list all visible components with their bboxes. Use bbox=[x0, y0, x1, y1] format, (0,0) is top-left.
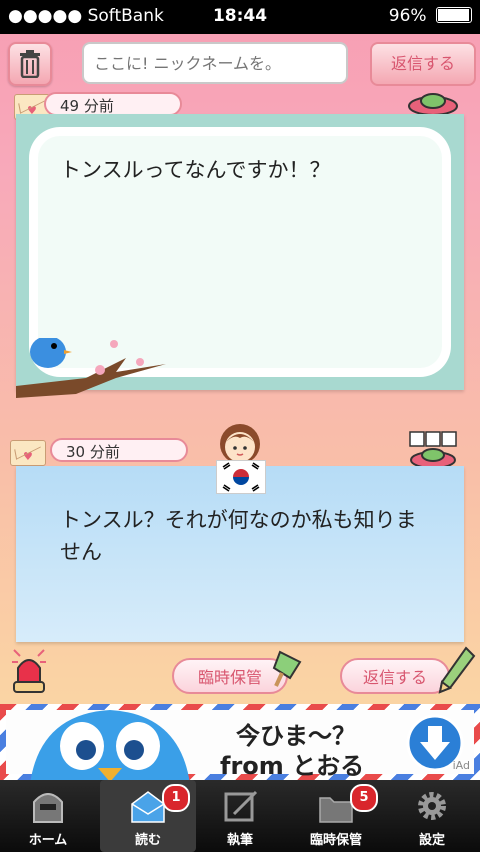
tab-read[interactable]: 1 読む bbox=[100, 780, 196, 852]
ad-subline: from とおる bbox=[220, 752, 365, 780]
temp-storage-badge: 5 bbox=[350, 784, 378, 812]
message-card[interactable]: トンスルってなんですか！？ bbox=[16, 114, 464, 398]
trash-button[interactable] bbox=[8, 42, 52, 86]
gear-icon bbox=[418, 792, 446, 820]
time-ago-tag: 30 分前 bbox=[50, 438, 188, 462]
ice-pop-icon bbox=[272, 650, 302, 687]
tab-temp-storage[interactable]: 5 臨時保管 bbox=[288, 780, 384, 852]
battery-indicator: 96% bbox=[389, 6, 472, 26]
top-bar: 返信する bbox=[0, 34, 480, 94]
compose-icon bbox=[224, 790, 258, 822]
alarm-light-icon[interactable] bbox=[10, 644, 48, 696]
tab-label: ホーム bbox=[28, 833, 68, 848]
message-text: トンスルってなんですか！？ bbox=[60, 158, 331, 182]
nickname-input[interactable] bbox=[82, 42, 348, 84]
stamp-icon[interactable] bbox=[406, 430, 460, 470]
bird-branch-illustration bbox=[16, 338, 166, 398]
unread-badge: 1 bbox=[162, 784, 190, 812]
envelope-icon: ♥ bbox=[10, 440, 46, 466]
tab-home[interactable]: ホーム bbox=[0, 780, 96, 852]
mascot-illustration bbox=[30, 710, 190, 784]
reply-button[interactable]: 返信する bbox=[340, 658, 450, 694]
battery-icon bbox=[436, 7, 472, 23]
girl-avatar-icon bbox=[220, 424, 260, 464]
tab-settings[interactable]: 設定 bbox=[384, 780, 480, 852]
battery-percent: 96% bbox=[388, 6, 427, 26]
tab-label: 読む bbox=[134, 833, 161, 848]
status-bar: ●●●●● SoftBank 18:44 96% bbox=[0, 0, 480, 34]
tab-bar: ホーム 1 読む 執筆 5 臨時保管 設定 bbox=[0, 780, 480, 852]
tab-label: 執筆 bbox=[226, 833, 253, 848]
korea-flag-icon bbox=[216, 460, 266, 494]
pencil-icon bbox=[438, 646, 476, 694]
iad-label: iAd bbox=[452, 759, 470, 772]
trash-icon bbox=[20, 50, 40, 78]
message-text: トンスル？それが何なのか私も知りません bbox=[60, 508, 417, 564]
tab-label: 設定 bbox=[418, 833, 445, 848]
reply-button-top[interactable]: 返信する bbox=[370, 42, 476, 86]
tab-write[interactable]: 執筆 bbox=[192, 780, 288, 852]
time-ago-tag: 49 分前 bbox=[44, 92, 182, 116]
stamp-icon[interactable] bbox=[406, 90, 460, 116]
mailbox-icon bbox=[33, 793, 63, 823]
tab-label: 臨時保管 bbox=[309, 833, 362, 848]
ad-banner[interactable]: 今ひま〜？ from とおる iAd bbox=[0, 704, 480, 784]
